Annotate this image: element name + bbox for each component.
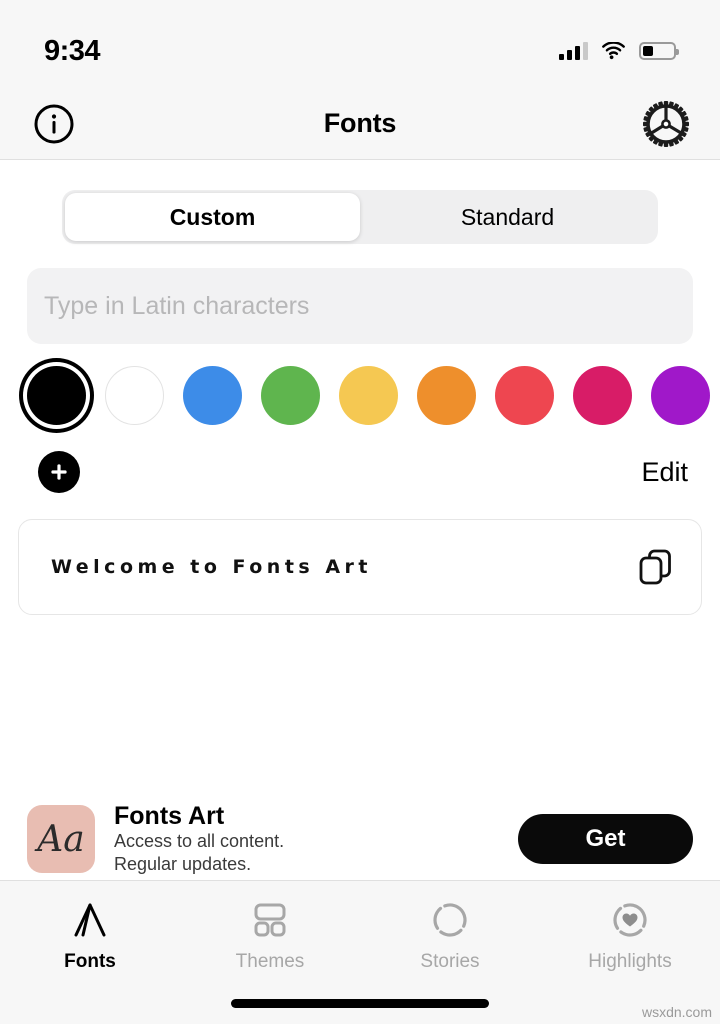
status-bar-clock: 9:34 (44, 34, 101, 67)
add-color-button[interactable] (38, 451, 80, 493)
ad-banner[interactable]: Aa Fonts Art Access to all content. Regu… (0, 798, 720, 880)
color-swatch-yellow[interactable] (339, 366, 398, 425)
tab-fonts-label: Fonts (64, 951, 116, 972)
color-swatch-black[interactable] (27, 366, 86, 425)
color-swatch-white[interactable] (105, 366, 164, 425)
color-swatch-purple[interactable] (651, 366, 710, 425)
text-input-wrap: Type in Latin characters (0, 244, 720, 344)
color-swatch-row (0, 344, 720, 425)
grid-layout-icon (249, 899, 291, 941)
tab-stories[interactable]: Stories (360, 899, 540, 973)
tab-stories-label: Stories (420, 951, 480, 972)
ad-title: Fonts Art (114, 801, 225, 830)
status-bar: 9:34 (0, 0, 720, 88)
app-screen: 9:34 Fonts Custom Standard Type in Latin… (0, 0, 720, 1024)
edit-colors-button[interactable]: Edit (641, 457, 688, 488)
get-button-label: Get (585, 825, 626, 852)
app-icon: Aa (27, 805, 95, 873)
gear-icon[interactable] (642, 100, 690, 148)
ad-subtitle-line-2: Regular updates. (114, 854, 252, 875)
heart-circle-icon (610, 899, 650, 941)
font-preview-text: Welcome to Fonts Art (51, 556, 372, 578)
color-swatch-blue[interactable] (183, 366, 242, 425)
info-circle-icon[interactable] (30, 100, 78, 148)
dashed-circle-icon (430, 899, 470, 941)
color-actions-row: Edit (0, 425, 720, 493)
home-indicator (231, 999, 489, 1008)
tab-themes-label: Themes (235, 951, 305, 972)
tab-themes[interactable]: Themes (180, 899, 360, 973)
cellular-bars-icon (559, 42, 588, 60)
battery-icon (639, 42, 679, 60)
segmented-control-wrap: Custom Standard (0, 160, 720, 244)
color-swatch-magenta[interactable] (573, 366, 632, 425)
watermark: wsxdn.com (641, 1004, 712, 1020)
main-content: Custom Standard Type in Latin characters (0, 160, 720, 615)
ad-subtitle-line-1: Access to all content. (114, 831, 285, 852)
wifi-icon (602, 42, 625, 60)
plus-icon (51, 464, 67, 480)
copy-icon[interactable] (637, 547, 675, 587)
nav-bar: Fonts (0, 88, 720, 160)
tab-standard[interactable]: Standard (360, 193, 655, 241)
app-icon-label: Aa (37, 818, 85, 860)
page-title: Fonts (323, 108, 397, 138)
color-swatch-orange[interactable] (417, 366, 476, 425)
tab-highlights[interactable]: Highlights (540, 899, 720, 973)
letter-a-icon (70, 899, 110, 941)
color-swatch-red[interactable] (495, 366, 554, 425)
segmented-control[interactable]: Custom Standard (62, 190, 658, 244)
ad-text-block: Fonts Art Access to all content. Regular… (114, 802, 518, 877)
tab-highlights-label: Highlights (588, 951, 672, 972)
get-button[interactable]: Get (518, 814, 693, 864)
font-preview-wrap: Welcome to Fonts Art (0, 493, 720, 615)
color-swatch-green[interactable] (261, 366, 320, 425)
text-input[interactable]: Type in Latin characters (27, 268, 693, 344)
font-preview-card[interactable]: Welcome to Fonts Art (18, 519, 702, 615)
status-bar-indicators (559, 42, 679, 60)
text-input-placeholder: Type in Latin characters (44, 291, 310, 320)
tab-custom[interactable]: Custom (65, 193, 360, 241)
tab-fonts[interactable]: Fonts (0, 899, 180, 973)
